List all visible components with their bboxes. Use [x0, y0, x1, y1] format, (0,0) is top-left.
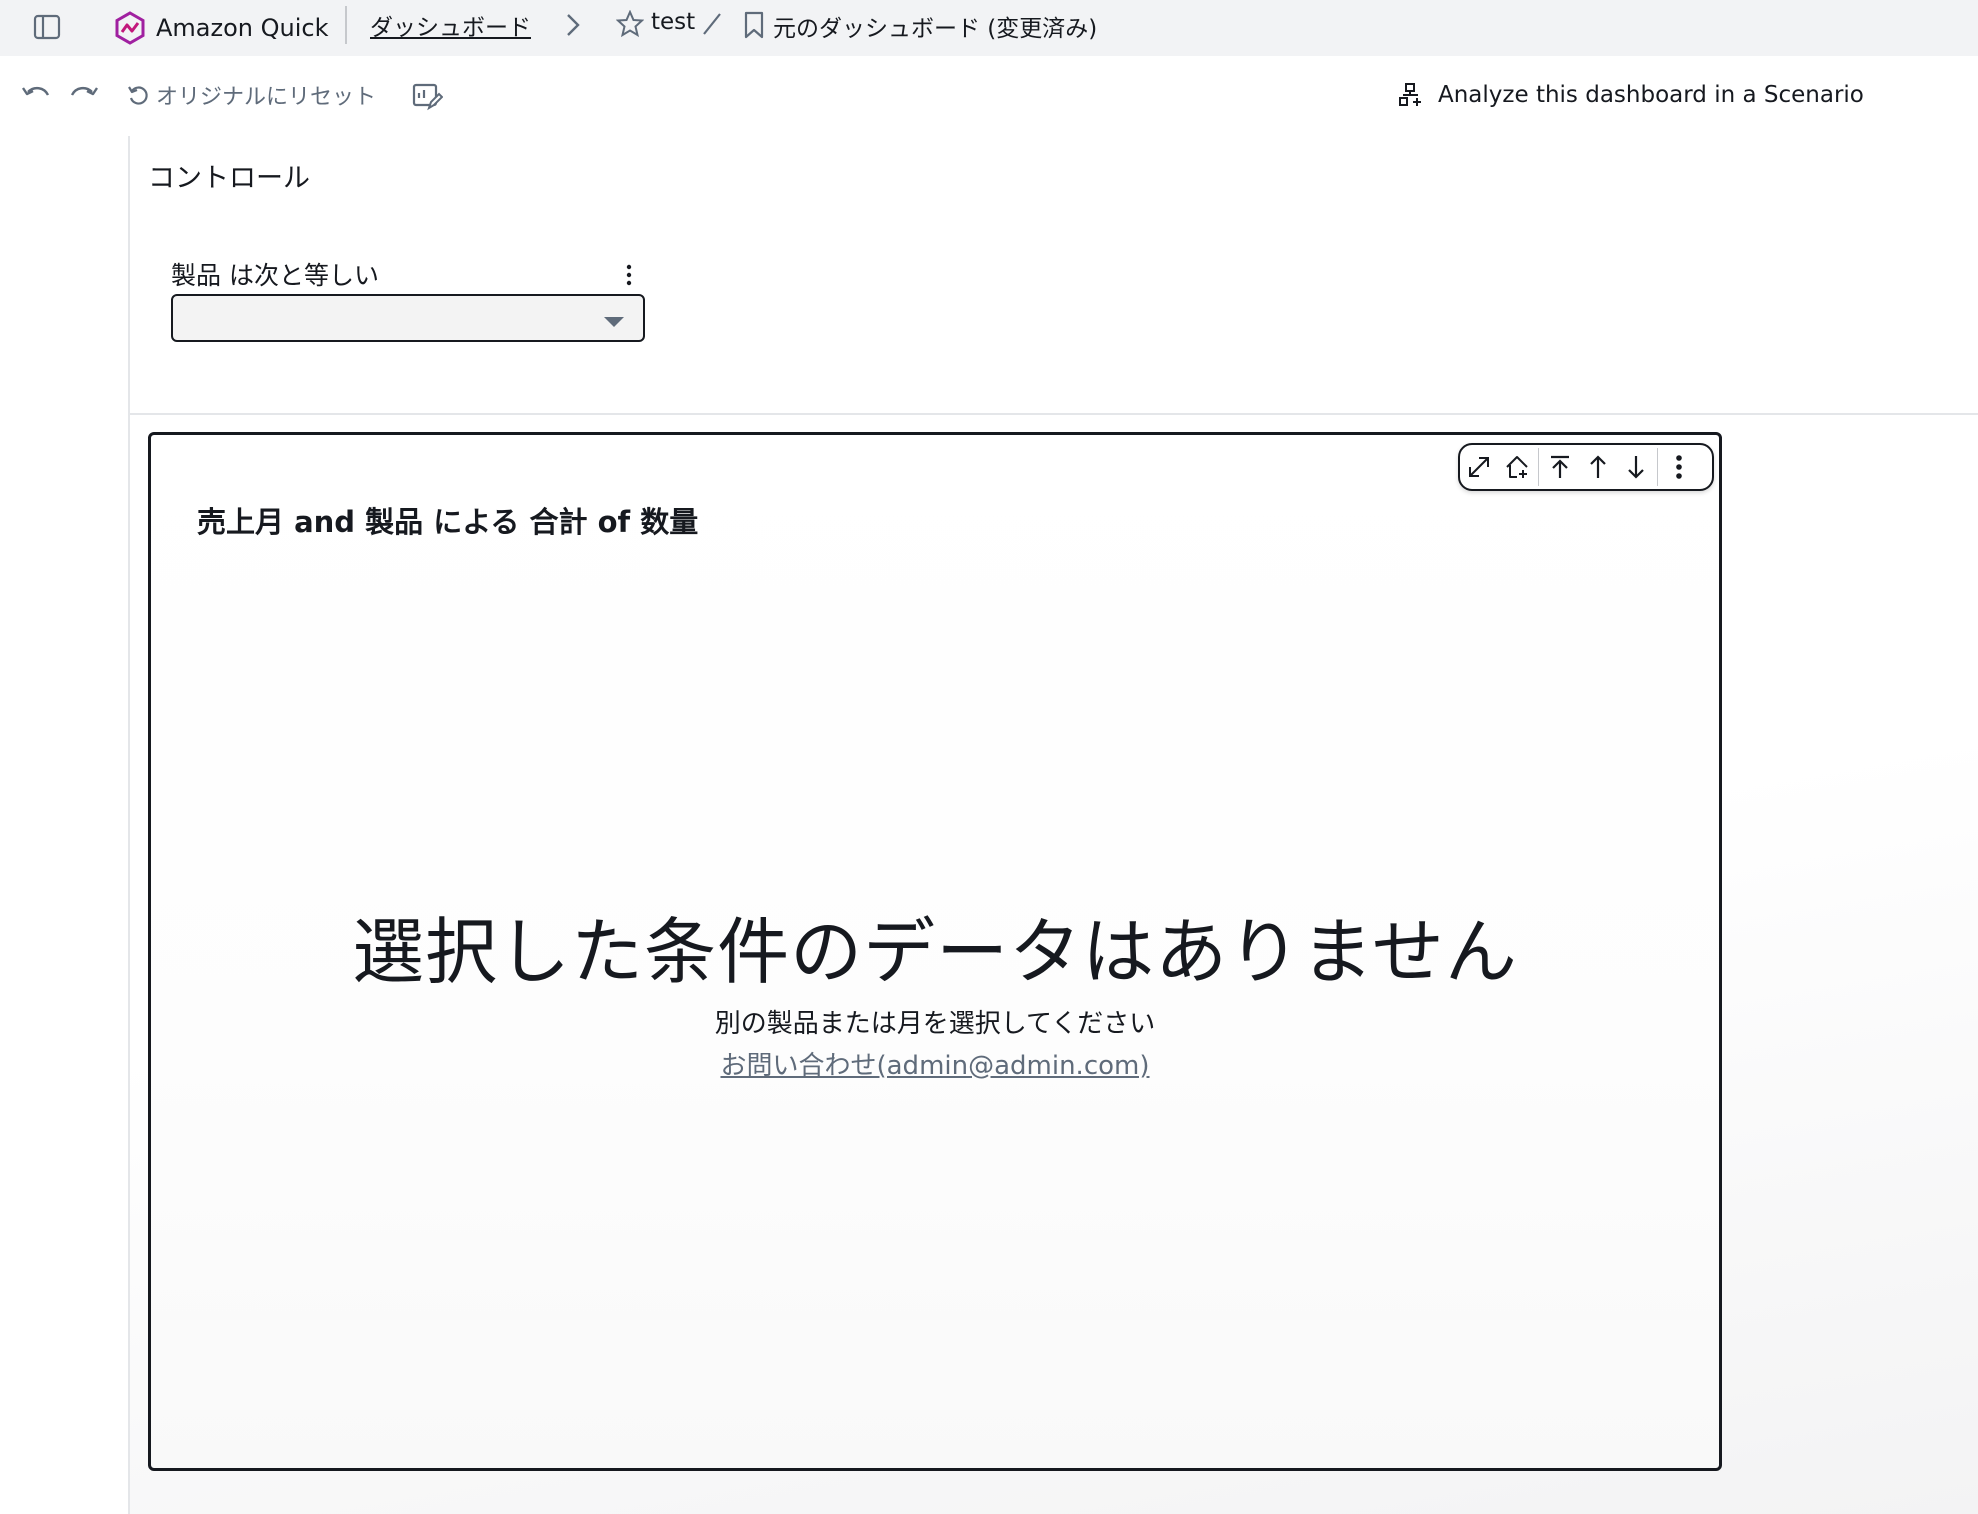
expand-icon[interactable] [1460, 448, 1498, 486]
dashboard-toolbar: オリジナルにリセット Analyze this dashboard in a S… [0, 56, 1978, 136]
top-navigation-bar: Amazon Quick ダッシュボード test 元のダッシュボード (変更済… [0, 0, 1978, 56]
move-up-icon[interactable] [1579, 448, 1617, 486]
product-filter-dropdown[interactable] [171, 294, 645, 342]
header-divider [345, 6, 347, 44]
app-name: Amazon Quick [156, 14, 329, 42]
redo-icon[interactable] [68, 80, 100, 110]
visual-menu-toolbar [1458, 443, 1714, 491]
star-icon[interactable] [615, 9, 645, 38]
filter-more-options-icon[interactable] [621, 262, 637, 288]
visual-card[interactable]: 売上月 and 製品 による 合計 of 数量 選択した条件のデータはありません… [148, 432, 1722, 1471]
no-data-title: 選択した条件のデータはありません [352, 910, 1518, 994]
visual-title: 売上月 and 製品 による 合計 of 数量 [197, 505, 699, 539]
breadcrumb-dashboards-link[interactable]: ダッシュボード [370, 8, 531, 42]
no-data-message: 別の製品または月を選択してください [714, 1009, 1156, 1039]
reset-label: オリジナルにリセット [156, 85, 377, 110]
move-to-top-icon[interactable] [1541, 448, 1579, 486]
brand[interactable]: Amazon Quick [112, 6, 329, 50]
chevron-right-icon [562, 10, 584, 40]
move-down-icon[interactable] [1617, 448, 1655, 486]
controls-section-title: コントロール [148, 163, 310, 194]
caret-down-icon [603, 313, 625, 327]
more-options-icon[interactable] [1660, 448, 1698, 486]
reset-icon [128, 86, 148, 105]
breadcrumb-slash-icon [700, 9, 724, 39]
scenario-label: Analyze this dashboard in a Scenario [1438, 82, 1864, 108]
product-filter-label: 製品 は次と等しい [171, 261, 379, 290]
reset-to-original-button[interactable]: オリジナルにリセット [126, 78, 376, 112]
undo-icon[interactable] [20, 80, 52, 110]
visual-menu-divider [1538, 448, 1539, 486]
scenario-icon [1399, 83, 1421, 106]
dashboard-name: test [651, 9, 696, 35]
analyze-in-scenario-button[interactable]: Analyze this dashboard in a Scenario [1398, 78, 1864, 112]
home-icon[interactable] [1498, 448, 1536, 486]
visual-menu-divider [1657, 448, 1658, 486]
amazon-quick-logo-icon [112, 10, 148, 46]
edit-visual-icon[interactable] [411, 80, 444, 112]
bookmark-icon[interactable] [742, 10, 766, 40]
view-name[interactable]: 元のダッシュボード (変更済み) [773, 9, 1097, 43]
sidebar-toggle-icon[interactable] [32, 12, 62, 42]
contact-link[interactable]: お問い合わせ(admin@admin.com) [151, 1045, 1719, 1082]
